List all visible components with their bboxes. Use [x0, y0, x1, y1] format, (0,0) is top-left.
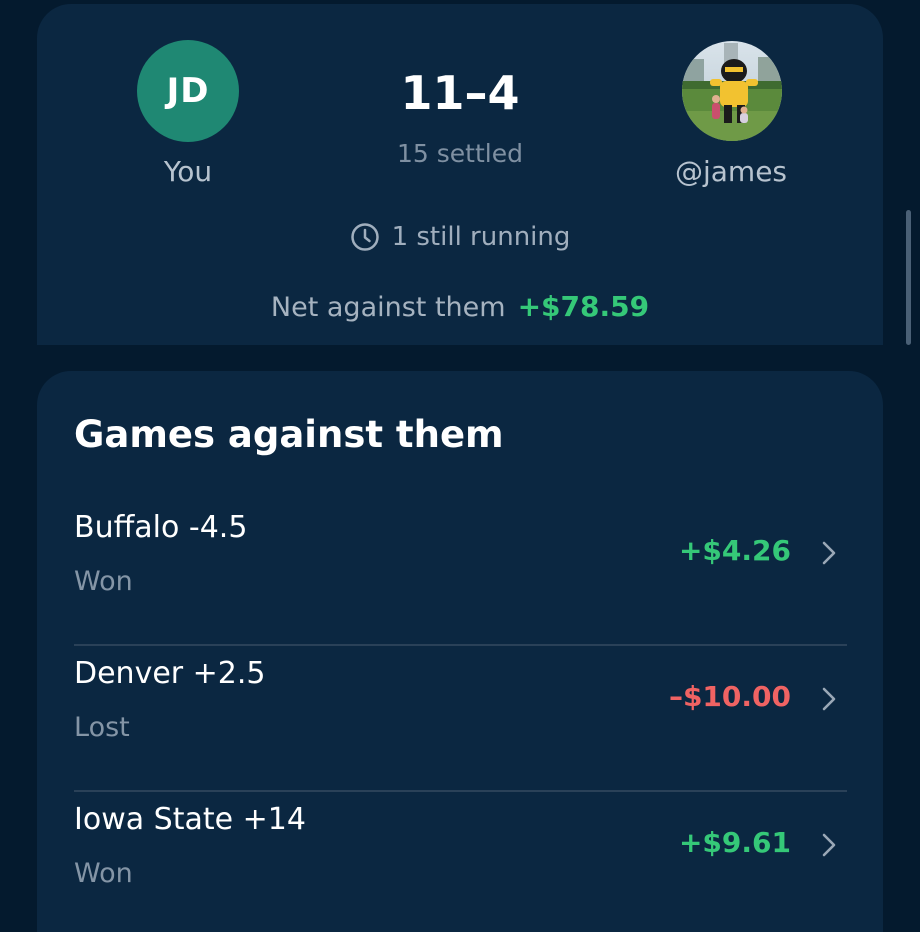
user-label: You	[163, 155, 213, 188]
settled-count: 15 settled	[397, 139, 523, 168]
game-amount: –$10.00	[668, 680, 791, 713]
game-amount: +$4.26	[678, 534, 791, 567]
user-initials: JD	[166, 71, 210, 111]
net-summary: Net against them +$78.59	[0, 290, 920, 323]
chevron-right-icon	[819, 538, 839, 568]
net-value: +$78.59	[517, 290, 650, 323]
game-pick: Iowa State +14	[74, 802, 306, 837]
clock-icon	[350, 222, 380, 252]
net-label: Net against them	[270, 292, 506, 323]
opponent-avatar[interactable]	[682, 41, 782, 141]
games-section-title: Games against them	[74, 413, 504, 456]
matchup-screen: JD You 11–4 15 settled @james 1 still ru…	[0, 0, 920, 932]
game-pick: Denver +2.5	[74, 656, 266, 691]
opponent-handle[interactable]: @james	[650, 155, 812, 188]
game-row[interactable]: Buffalo -4.5 Won +$4.26	[74, 500, 847, 646]
game-result: Lost	[74, 712, 130, 743]
user-avatar: JD	[137, 40, 239, 142]
chevron-right-icon	[819, 830, 839, 860]
opponent-avatar-photo	[682, 41, 782, 141]
game-amount: +$9.61	[678, 826, 791, 859]
still-running-status: 1 still running	[0, 222, 920, 252]
game-result: Won	[74, 566, 133, 597]
game-pick: Buffalo -4.5	[74, 510, 248, 545]
game-result: Won	[74, 858, 133, 889]
head-to-head-record: 11–4	[400, 66, 520, 120]
chevron-right-icon	[819, 684, 839, 714]
game-row[interactable]: Denver +2.5 Lost –$10.00	[74, 646, 847, 792]
scrollbar-thumb[interactable]	[906, 210, 911, 345]
game-row[interactable]: Iowa State +14 Won +$9.61	[74, 792, 847, 932]
still-running-text: 1 still running	[391, 222, 571, 252]
